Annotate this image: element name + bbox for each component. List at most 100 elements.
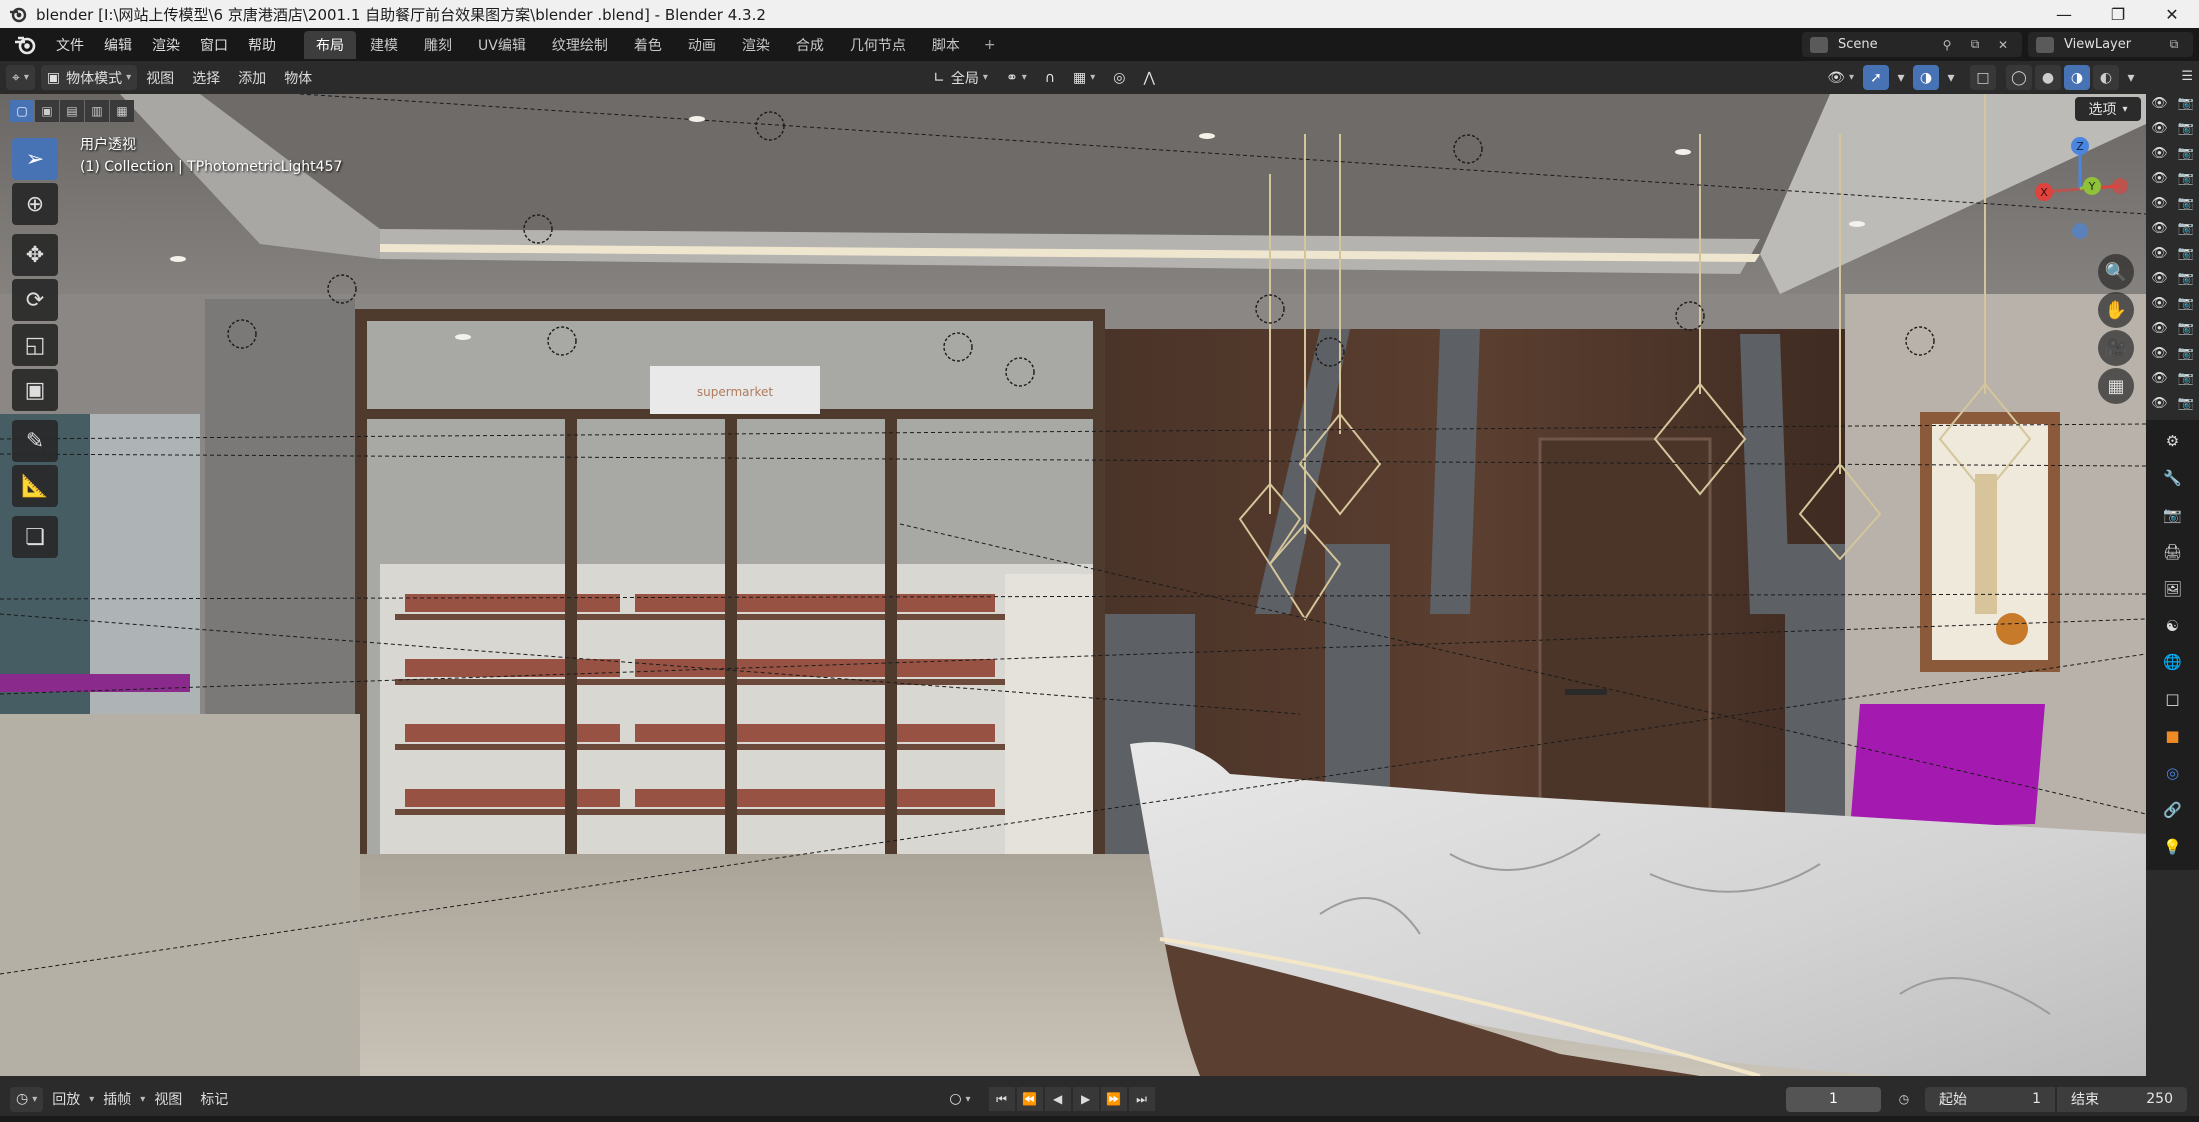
eye-icon[interactable]: 👁 <box>2151 196 2168 211</box>
camera-view-icon[interactable]: 🎥 <box>2098 330 2134 366</box>
add-cube-icon[interactable]: ❏ <box>12 516 58 558</box>
filter-icon[interactable]: ☰ <box>2181 69 2193 84</box>
tool-settings-icon[interactable]: 🔧 <box>2159 465 2187 492</box>
snap-target-selector[interactable]: ▦ ▾ <box>1066 65 1102 90</box>
select-new-icon[interactable]: ▢ <box>10 100 34 122</box>
scene-selector[interactable]: Scene ⚲ ⧉ ✕ <box>1802 32 2022 57</box>
menu-keying[interactable]: 插帧 <box>94 1085 140 1113</box>
eye-icon[interactable]: 👁 <box>2151 296 2168 311</box>
pan-hand-icon[interactable]: ✋ <box>2098 292 2134 328</box>
transform-icon[interactable]: ▣ <box>12 369 58 411</box>
camera-icon[interactable]: 📷 <box>2178 371 2194 386</box>
jump-keyframe-forward-icon[interactable]: ⏩ <box>1100 1087 1127 1111</box>
menu-edit[interactable]: 编辑 <box>94 31 142 59</box>
jump-start-icon[interactable]: ⏮ <box>988 1087 1015 1111</box>
move-icon[interactable]: ✥ <box>12 234 58 276</box>
tab-scripting[interactable]: 脚本 <box>920 31 972 59</box>
blender-menu-icon[interactable] <box>12 32 38 58</box>
menu-add[interactable]: 添加 <box>229 64 275 92</box>
menu-view-timeline[interactable]: 视图 <box>145 1085 191 1113</box>
transform-orientation-selector[interactable]: ∟ 全局 ▾ <box>927 65 994 90</box>
render-properties-icon[interactable]: 📷 <box>2159 502 2187 529</box>
measure-icon[interactable]: 📐 <box>12 465 58 507</box>
new-scene-icon[interactable]: ⧉ <box>1964 34 1986 56</box>
select-box-icon[interactable]: ➢ <box>12 138 58 180</box>
timeline-editor-type-button[interactable]: ◷ ▾ <box>10 1086 44 1112</box>
tab-rendering[interactable]: 渲染 <box>730 31 782 59</box>
object-properties-icon[interactable]: ■ <box>2159 723 2187 750</box>
gizmo-options-dropdown[interactable]: ▾ <box>1892 65 1910 90</box>
play-icon[interactable]: ▶ <box>1072 1087 1099 1111</box>
tab-animation[interactable]: 动画 <box>676 31 728 59</box>
select-extend-icon[interactable]: ▣ <box>35 100 59 122</box>
maximize-icon[interactable]: ❐ <box>2091 0 2145 28</box>
shading-material-preview[interactable]: ◑ <box>2064 65 2090 90</box>
camera-icon[interactable]: 📷 <box>2178 346 2194 361</box>
tab-layout[interactable]: 布局 <box>304 30 356 59</box>
preview-range-icon[interactable]: ◷ <box>1891 1087 1917 1111</box>
camera-icon[interactable]: 📷 <box>2178 146 2194 161</box>
menu-help[interactable]: 帮助 <box>238 31 286 59</box>
shading-options-dropdown[interactable]: ▾ <box>2122 65 2140 90</box>
close-icon[interactable]: ✕ <box>2145 0 2199 28</box>
shading-rendered[interactable]: ◐ <box>2093 65 2119 90</box>
collection-properties-icon[interactable]: □ <box>2159 686 2187 713</box>
add-workspace-button[interactable]: + <box>974 33 1006 57</box>
snap-toggle[interactable]: ∩ <box>1038 65 1061 90</box>
proportional-edit-toggle[interactable]: ◎ <box>1107 65 1132 90</box>
pin-icon[interactable]: ⚲ <box>1936 34 1958 56</box>
tab-compositing[interactable]: 合成 <box>784 31 836 59</box>
tab-shading[interactable]: 着色 <box>622 31 674 59</box>
menu-window[interactable]: 窗口 <box>190 31 238 59</box>
eye-icon[interactable]: 👁 <box>2151 221 2168 236</box>
tab-sculpting[interactable]: 雕刻 <box>412 31 464 59</box>
pivot-point-selector[interactable]: ⚭ ▾ <box>999 65 1033 90</box>
eye-icon[interactable]: 👁 <box>2151 171 2168 186</box>
menu-playback[interactable]: 回放 <box>43 1085 89 1113</box>
eye-icon[interactable]: 👁 <box>2151 321 2168 336</box>
camera-icon[interactable]: 📷 <box>2178 221 2194 236</box>
scale-icon[interactable]: ◱ <box>12 324 58 366</box>
eye-icon[interactable]: 👁 <box>2151 396 2168 411</box>
cursor-icon[interactable]: ⊕ <box>12 183 58 225</box>
rotate-icon[interactable]: ⟳ <box>12 279 58 321</box>
editor-type-properties-icon[interactable]: ⚙ <box>2159 428 2187 455</box>
camera-icon[interactable]: 📷 <box>2178 196 2194 211</box>
close-scene-icon[interactable]: ✕ <box>1992 34 2014 56</box>
output-properties-icon[interactable]: 🖨 <box>2159 538 2187 565</box>
jump-keyframe-back-icon[interactable]: ⏪ <box>1016 1087 1043 1111</box>
falloff-selector[interactable]: ⋀ <box>1137 65 1161 90</box>
eye-icon[interactable]: 👁 <box>2151 271 2168 286</box>
eye-icon[interactable]: 👁 <box>2151 246 2168 261</box>
menu-file[interactable]: 文件 <box>46 31 94 59</box>
options-button[interactable]: 选项 ▾ <box>2075 97 2141 121</box>
camera-icon[interactable]: 📷 <box>2178 246 2194 261</box>
navigation-gizmo[interactable]: Z X Y <box>2030 134 2130 244</box>
menu-render[interactable]: 渲染 <box>142 31 190 59</box>
start-frame-field[interactable]: 起始 1 <box>1925 1086 2055 1112</box>
mode-selector[interactable]: ▣ 物体模式 ▾ <box>40 65 138 90</box>
scene-properties-icon[interactable]: ☯ <box>2159 612 2187 639</box>
camera-icon[interactable]: 📷 <box>2178 271 2194 286</box>
xray-toggle[interactable]: □ <box>1970 65 1996 90</box>
auto-keying-toggle[interactable]: ○ ▾ <box>943 1086 977 1112</box>
eye-icon[interactable]: 👁 <box>2151 96 2168 111</box>
editor-type-button[interactable]: ⌖ ▾ <box>6 65 35 90</box>
eye-icon[interactable]: 👁 <box>2151 146 2168 161</box>
overlays-options-dropdown[interactable]: ▾ <box>1942 65 1960 90</box>
constraints-properties-icon[interactable]: 🔗 <box>2159 796 2187 823</box>
shading-solid[interactable]: ● <box>2035 65 2061 90</box>
tab-geometry-nodes[interactable]: 几何节点 <box>838 31 918 59</box>
eye-icon[interactable]: 👁 <box>2151 346 2168 361</box>
camera-icon[interactable]: 📷 <box>2178 396 2194 411</box>
eye-icon[interactable]: 👁 <box>2151 121 2168 136</box>
physics-properties-icon[interactable]: ◎ <box>2159 759 2187 786</box>
eye-icon[interactable]: 👁 <box>2151 371 2168 386</box>
menu-select[interactable]: 选择 <box>183 64 229 92</box>
tab-texture-paint[interactable]: 纹理绘制 <box>540 31 620 59</box>
world-properties-icon[interactable]: 🌐 <box>2159 649 2187 676</box>
perspective-toggle-icon[interactable]: ▦ <box>2098 368 2134 404</box>
object-data-light-icon[interactable]: 💡 <box>2159 833 2187 860</box>
view-layer-properties-icon[interactable]: 🖼 <box>2159 575 2187 602</box>
jump-end-icon[interactable]: ⏭ <box>1128 1087 1155 1111</box>
